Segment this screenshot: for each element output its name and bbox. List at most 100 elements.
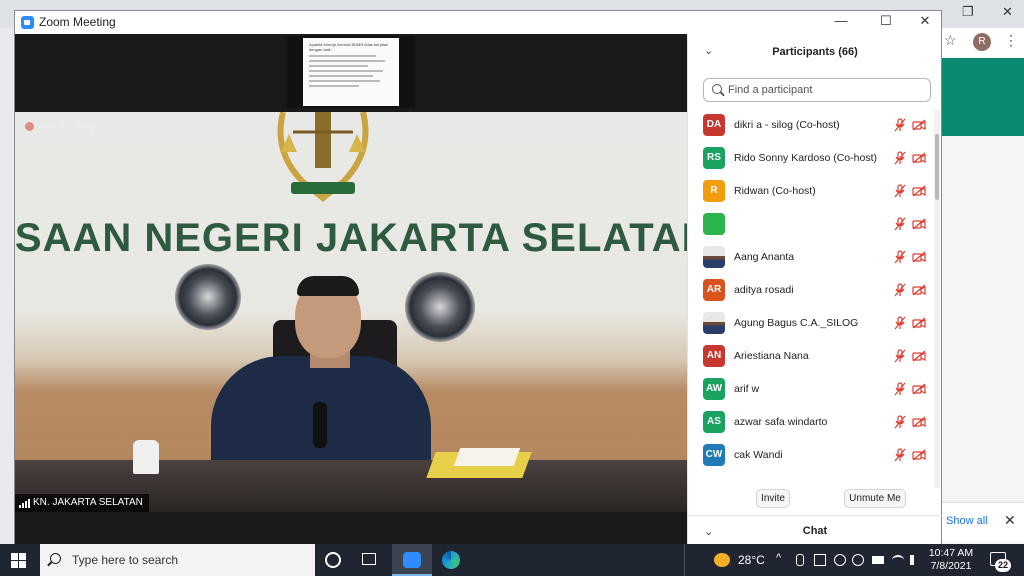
participant-avatar: AS [703,411,725,433]
notification-count-badge: 22 [995,559,1011,572]
participants-panel: ⌄ Participants (66) DAdikri a - silog (C… [687,34,942,545]
muted-microphone-icon [894,382,906,396]
chat-title: Chat [802,525,828,537]
cortana-icon[interactable] [325,552,341,568]
participant-avatar: AN [703,345,725,367]
windows-taskbar: Type here to search 28°C ^ 10:47 AM 7/8/… [0,544,1024,576]
zoom-title-bar: Zoom Meeting — ☐ ✕ [15,11,941,34]
shared-document: Apabila Kinerja Internal BUMN tidak berj… [303,38,399,106]
video-off-icon [912,152,926,164]
participant-avatar: AW [703,378,725,400]
download-bar: Show all ✕ [940,502,1024,542]
wall-sign: KSAAN NEGERI JAKARTA SELATAN [15,216,687,260]
participant-search[interactable] [703,78,931,102]
speaker-hair [297,276,359,296]
video-off-icon [912,218,926,230]
app-tray-icon[interactable] [814,554,826,566]
browser-profile-avatar[interactable]: R [973,33,991,51]
participant-row[interactable]: DA dikri a - silog (Co-host) [688,110,934,143]
video-off-icon [912,251,926,263]
microphone [313,402,327,448]
emblem-icon [277,112,369,202]
bookmark-star-icon[interactable]: ☆ [944,32,957,49]
shared-doc-heading: Apabila Kinerja Internal BUMN tidak berj… [309,42,389,52]
wifi-icon[interactable] [892,555,904,565]
temperature[interactable]: 28°C [738,553,765,567]
participant-row[interactable]: Agung Bagus C.A._SILOG [688,308,934,341]
taskbar-clock[interactable]: 10:47 AM 7/8/2021 [924,547,978,573]
video-off-icon [912,416,926,428]
muted-microphone-icon [894,217,906,231]
participant-name: Ariestiana Nana [734,350,809,362]
right-seal-icon [405,272,475,342]
windows-start-icon[interactable] [11,553,26,568]
search-icon [50,553,61,564]
muted-microphone-icon [894,184,906,198]
volume-icon[interactable] [910,555,920,565]
browser-menu-icon[interactable]: ⋮ [1004,32,1018,49]
participant-name: Aang Ananta [734,251,795,263]
participant-search-input[interactable] [728,82,924,98]
unmute-me-button[interactable]: Unmute Me [844,489,906,508]
download-bar-close-icon[interactable]: ✕ [1004,512,1016,529]
browser-page-header-band [940,58,1024,136]
participant-list-scrollbar[interactable] [934,110,940,488]
close-button[interactable]: ✕ [915,13,935,29]
browser-restore-button[interactable]: ❐ [962,4,974,20]
usb-device-icon[interactable] [796,554,804,566]
speaker-name-tag: KN. JAKARTA SELATAN [15,494,149,512]
taskbar-search-box[interactable]: Type here to search [40,544,315,576]
muted-microphone-icon [894,316,906,330]
scrollbar-thumb[interactable] [935,134,939,200]
left-seal-icon [175,264,241,330]
taskbar-divider [684,544,694,576]
recording-dot-icon [25,122,34,131]
participant-row[interactable]: AR aditya rosadi [688,275,934,308]
participant-row[interactable]: CW cak Wandi [688,440,934,473]
invite-button[interactable]: Invite [756,489,790,508]
taskbar-search-placeholder: Type here to search [72,553,179,567]
participant-row[interactable]: AW arif w [688,374,934,407]
sync-tray-icon[interactable] [834,554,846,566]
window-title: Zoom Meeting [39,15,116,29]
papers [453,448,521,466]
screen-share-thumbnail[interactable]: Apabila Kinerja Internal BUMN tidak berj… [287,36,415,108]
participant-row[interactable] [688,209,934,242]
participant-avatar: AR [703,279,725,301]
show-all-link[interactable]: Show all [946,515,988,527]
muted-microphone-icon [894,283,906,297]
top-tile-label: dikri a - silog [25,122,94,133]
weather-icon[interactable] [714,553,730,567]
edge-browser-icon[interactable] [442,551,460,569]
battery-icon[interactable] [872,556,884,564]
participant-name: Ridwan (Co-host) [734,185,816,197]
participant-row[interactable]: AN Ariestiana Nana [688,341,934,374]
participant-avatar [703,213,725,235]
participants-title: Participants (66) [772,46,858,58]
participant-list: DA dikri a - silog (Co-host) RS Rido Sonny … [688,110,934,473]
clock-time: 10:47 AM [928,547,974,559]
video-off-icon [912,284,926,296]
participant-name: aditya rosadi [734,284,794,296]
active-speaker-video: KSAAN NEGERI JAKARTA SELATAN [15,112,687,512]
participant-row[interactable]: AS azwar safa windarto [688,407,934,440]
cup [133,440,159,474]
video-area: Apabila Kinerja Internal BUMN tidak berj… [15,34,687,545]
zoom-taskbar-icon[interactable] [392,544,432,576]
video-off-icon [912,317,926,329]
show-hidden-icons-chevron-icon[interactable]: ^ [776,552,781,564]
search-icon [712,84,722,94]
zoom-meeting-window: Zoom Meeting — ☐ ✕ Apabila Kinerja Inter… [14,10,942,545]
participant-row[interactable]: RS Rido Sonny Kardoso (Co-host) [688,143,934,176]
settings-tray-icon[interactable] [852,554,864,566]
participant-row[interactable]: Aang Ananta [688,242,934,275]
browser-close-button[interactable]: ✕ [1002,4,1013,20]
task-view-icon[interactable] [362,553,376,565]
maximize-button[interactable]: ☐ [876,13,896,29]
participant-name: dikri a - silog (Co-host) [734,119,840,131]
muted-microphone-icon [894,448,906,462]
chat-section-header[interactable]: ⌄ Chat [688,515,942,545]
participant-name: Agung Bagus C.A._SILOG [734,317,859,329]
participant-row[interactable]: R Ridwan (Co-host) [688,176,934,209]
minimize-button[interactable]: — [831,13,851,28]
